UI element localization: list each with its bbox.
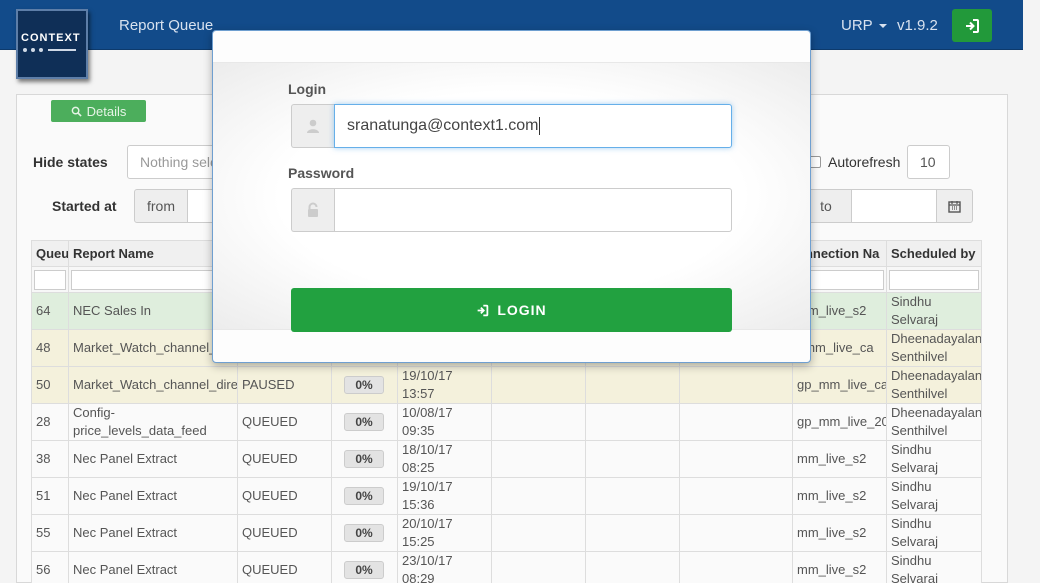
login-label: Login [288,81,327,97]
login-email-value: sranatunga@context1.com [347,117,539,134]
login-submit-button[interactable]: LOGIN [291,288,732,332]
password-addon [291,188,334,232]
login-modal-body: Login sranatunga@context1.com Password L… [213,62,810,332]
unlock-icon [308,202,318,217]
login-addon [291,104,334,148]
password-input-group [291,188,732,232]
password-input[interactable] [334,188,732,232]
login-modal: Login sranatunga@context1.com Password L… [212,30,811,363]
login-submit-label: LOGIN [497,302,547,318]
login-input-group: sranatunga@context1.com [291,104,732,148]
sign-in-icon [477,304,489,316]
user-icon [307,119,319,133]
password-label: Password [288,165,355,181]
text-cursor [539,117,541,135]
login-email-input[interactable]: sranatunga@context1.com [334,104,732,148]
